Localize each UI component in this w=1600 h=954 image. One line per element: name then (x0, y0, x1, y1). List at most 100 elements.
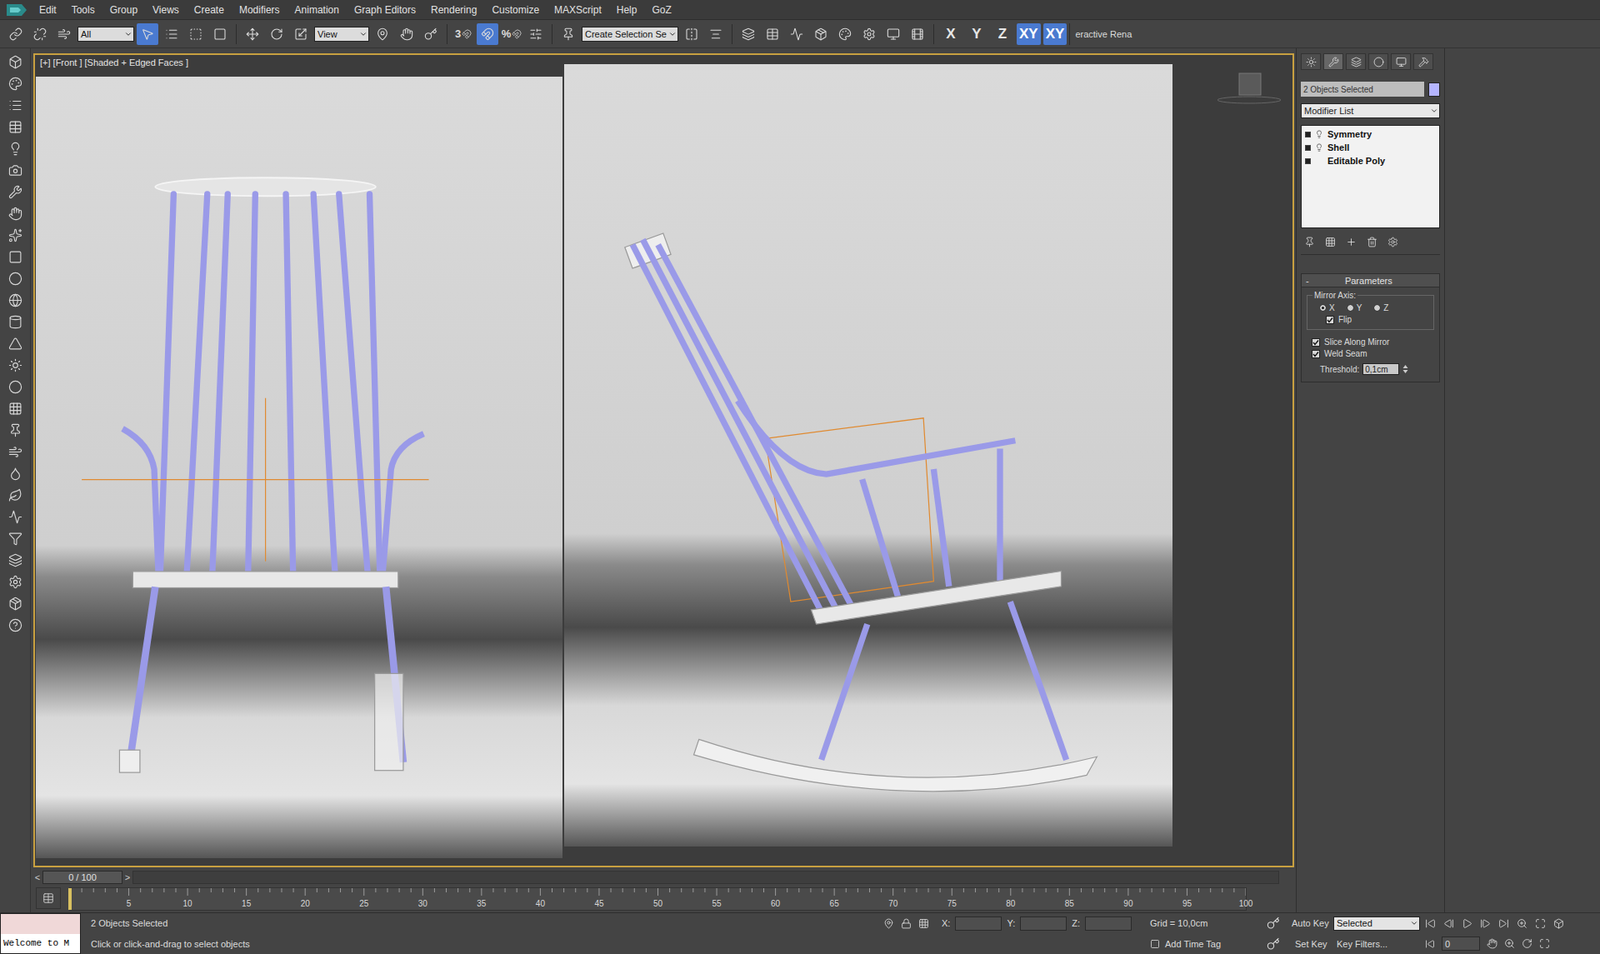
link-icon[interactable] (9, 27, 23, 41)
viewport-label[interactable]: [+] [Front ] [Shaded + Edged Faces ] (40, 57, 189, 68)
bind-button[interactable] (53, 23, 75, 45)
modifier-stack-item[interactable]: Editable Poly (1305, 154, 1436, 168)
command-tab[interactable] (1413, 53, 1434, 70)
material-editor-icon[interactable] (838, 27, 852, 41)
zoom-extents-icon[interactable] (1535, 918, 1546, 930)
make-unique-icon[interactable] (1345, 236, 1357, 248)
utilities-icon[interactable] (1418, 56, 1430, 68)
mirror-button[interactable] (680, 23, 703, 45)
lightbulb-icon[interactable] (1315, 143, 1324, 152)
grid-icon[interactable] (8, 401, 23, 416)
select-pointer-icon[interactable] (140, 27, 155, 41)
region-button[interactable] (185, 23, 207, 45)
current-frame-field[interactable]: 0 (1441, 936, 1480, 951)
mirror-icon[interactable] (685, 27, 699, 41)
radio-dot[interactable] (1373, 304, 1381, 312)
bind-space-warp-icon[interactable] (57, 27, 71, 41)
move-button[interactable] (241, 23, 264, 45)
link-button[interactable] (5, 23, 27, 45)
named-selection-icon[interactable] (561, 27, 575, 41)
menu-item[interactable]: Graph Editors (346, 4, 424, 16)
lightbulb-icon[interactable] (1315, 130, 1324, 139)
menu-item[interactable]: Modifiers (231, 4, 288, 16)
layers-icon[interactable] (741, 27, 755, 41)
object-name-field[interactable]: 2 Objects Selected (1300, 81, 1425, 97)
unlink-icon[interactable] (33, 27, 47, 41)
render-icon[interactable] (910, 27, 925, 41)
remove-modifier-icon[interactable] (1366, 236, 1378, 248)
interactive-render-button[interactable]: eractive Rena (1069, 23, 1137, 45)
isolate-icon[interactable] (883, 918, 895, 930)
render-setup-icon[interactable] (862, 27, 876, 41)
axis-radio[interactable]: Y (1346, 303, 1363, 313)
axis-radio[interactable]: X (1319, 303, 1335, 313)
angle-snap-toggle[interactable] (476, 23, 499, 45)
maximize-viewport-icon[interactable] (1539, 938, 1550, 950)
key-icon[interactable] (1266, 916, 1280, 930)
light-icon[interactable] (8, 141, 23, 156)
menu-item[interactable]: Customize (484, 4, 547, 16)
menu-item[interactable]: MAXScript (546, 4, 610, 16)
auto-key-button[interactable]: Auto Key (1291, 918, 1334, 929)
create-icon[interactable] (1305, 56, 1317, 68)
keyboard-override-button[interactable] (420, 23, 442, 45)
checkbox[interactable] (1325, 315, 1335, 325)
selection-lock-icon[interactable] (900, 918, 912, 930)
zoom-all-icon[interactable] (1553, 918, 1565, 930)
layers-icon[interactable] (8, 553, 23, 568)
magnet-icon[interactable] (461, 29, 472, 40)
chair-wireframe[interactable] (564, 64, 1173, 847)
spinner-icon[interactable] (1402, 364, 1409, 375)
display-icon[interactable] (1395, 56, 1407, 68)
frame-window-button[interactable] (882, 23, 905, 45)
particle-icon[interactable] (8, 228, 23, 243)
time-slider-thumb[interactable]: 0 / 100 (42, 870, 123, 885)
coord-field[interactable] (1020, 916, 1067, 931)
hair-icon[interactable] (8, 510, 23, 525)
dome-icon[interactable] (8, 271, 23, 286)
magnet-icon[interactable] (511, 29, 522, 40)
settings-icon[interactable] (8, 575, 23, 590)
time-prev-button[interactable]: < (32, 870, 43, 885)
frame-window-icon[interactable] (886, 27, 900, 41)
menu-item[interactable]: Help (609, 4, 645, 16)
frame-ruler[interactable]: 5101520253035404550556065707580859095100 (69, 887, 1247, 911)
time-tag[interactable]: Add Time Tag (1150, 939, 1267, 950)
edit-named-selection-button[interactable] (557, 23, 580, 45)
pan-icon[interactable] (1486, 938, 1498, 950)
modifier-stack-item[interactable]: Shell (1305, 140, 1436, 155)
spinner-snap-toggle[interactable] (525, 23, 547, 45)
current-frame-marker[interactable] (68, 888, 72, 910)
selection-filter-dropdown[interactable]: All (77, 26, 135, 42)
menu-item[interactable]: GoZ (644, 4, 679, 16)
key-mode-dropdown[interactable]: Selected (1333, 916, 1420, 931)
move-icon[interactable] (245, 27, 260, 41)
select-list-icon[interactable] (165, 27, 179, 41)
expand-box[interactable] (1305, 158, 1311, 165)
rotate-button[interactable] (265, 23, 288, 45)
manipulate-button[interactable] (395, 23, 418, 45)
viewcube-icon[interactable] (1215, 70, 1283, 107)
orbit-icon[interactable] (1521, 938, 1533, 950)
zoom-icon[interactable] (1516, 918, 1528, 930)
sphere-icon[interactable] (8, 293, 23, 308)
scale-button[interactable] (290, 23, 312, 45)
trackbar-menu-icon[interactable] (42, 892, 55, 905)
reference-coord-dropdown[interactable]: View (314, 26, 370, 42)
menu-item[interactable]: Animation (287, 4, 347, 16)
rectangle-region-icon[interactable] (189, 27, 203, 41)
viewport[interactable]: [+] [Front ] [Shaded + Edged Faces ] (33, 53, 1295, 868)
curve-editor-button[interactable] (785, 23, 808, 45)
help-icon[interactable] (8, 618, 23, 633)
menu-item[interactable]: Rendering (423, 4, 485, 16)
radio-dot[interactable] (1319, 304, 1327, 312)
list-icon[interactable] (8, 98, 23, 113)
listener-output[interactable]: Welcome to M (0, 934, 80, 954)
time-next-button[interactable]: > (122, 870, 133, 885)
show-end-result-icon[interactable] (1325, 236, 1336, 248)
keyboard-icon[interactable] (424, 27, 438, 41)
time-tag-icon[interactable] (1150, 939, 1160, 950)
time-slider-track[interactable] (132, 870, 1280, 885)
pivot-button[interactable] (371, 23, 394, 45)
checkbox[interactable] (1311, 338, 1320, 347)
